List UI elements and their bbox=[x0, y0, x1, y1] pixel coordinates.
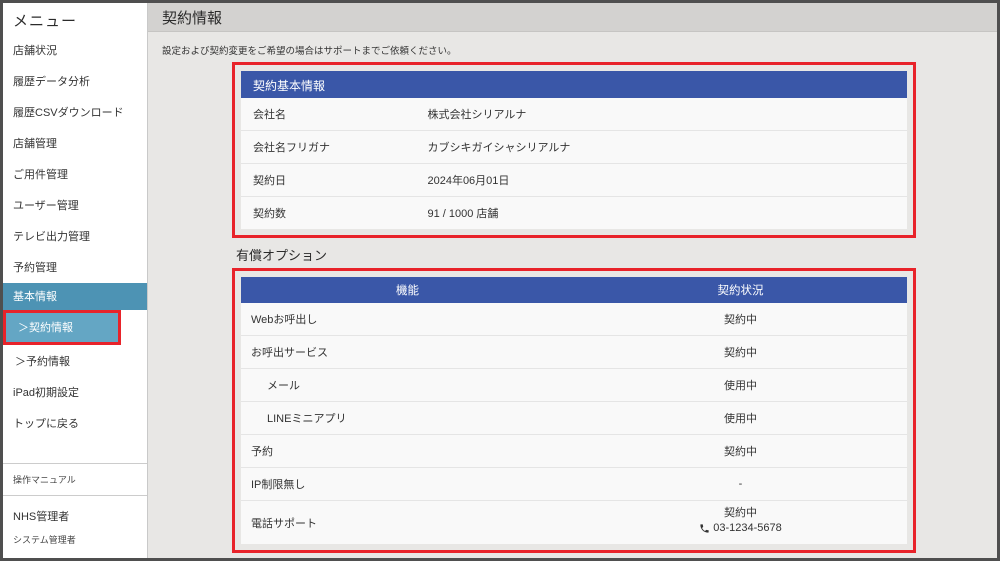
sidebar-item-contract-info[interactable]: ＞契約情報 bbox=[6, 313, 118, 342]
sidebar-menu-item[interactable]: 予約管理 bbox=[3, 252, 147, 283]
paid-option-row: IP制限無し - bbox=[241, 468, 907, 501]
row-value: カブシキガイシャシリアルナ bbox=[427, 142, 571, 154]
manual-link[interactable]: 操作マニュアル bbox=[3, 464, 147, 495]
status-text: 契約中 bbox=[724, 347, 757, 359]
sidebar-menu-item[interactable]: 店舗状況 bbox=[3, 35, 147, 66]
status-cell: 契約中 bbox=[574, 336, 907, 368]
column-header-feature: 機能 bbox=[396, 285, 419, 297]
contract-info-row: 会社名フリガナ カブシキガイシャシリアルナ bbox=[241, 131, 907, 164]
sidebar-item-label: 予約管理 bbox=[13, 262, 57, 274]
row-label: 会社名フリガナ bbox=[253, 142, 330, 154]
paid-options-heading: 有償オプション bbox=[236, 248, 328, 263]
status-text: - bbox=[738, 478, 743, 490]
logout-button[interactable]: ログアウトする bbox=[3, 552, 147, 558]
contract-info-row: 会社名 株式会社シリアルナ bbox=[241, 98, 907, 131]
sidebar-title: メニュー bbox=[13, 13, 78, 30]
paid-options-rows: Webお呼出し 契約中 お呼出サービス 契約中 メール 使用中 LINEミニアプ… bbox=[241, 303, 907, 544]
sidebar-item-ipad-setup[interactable]: iPad初期設定 bbox=[3, 377, 147, 408]
status-text: 契約中 bbox=[724, 446, 757, 458]
sidebar-item-basic-info[interactable]: 基本情報 bbox=[3, 283, 147, 310]
feature-label: Webお呼出し bbox=[251, 314, 318, 326]
contract-table-title: 契約基本情報 bbox=[241, 71, 907, 98]
paid-option-row: お呼出サービス 契約中 bbox=[241, 336, 907, 369]
paid-options-table: 機能 契約状況 Webお呼出し 契約中 お呼出サービス 契約中 メール 使用中 … bbox=[241, 277, 907, 544]
sidebar-item-label: 店舗状況 bbox=[13, 45, 57, 57]
sidebar: メニュー 店舗状況 履歴データ分析 履歴CSVダウンロード 店舗管理 ご用件管理… bbox=[3, 3, 148, 558]
sidebar-item-label: 履歴データ分析 bbox=[13, 76, 90, 88]
status-cell: 契約中 bbox=[574, 303, 907, 335]
sidebar-item-reservation-info[interactable]: ＞予約情報 bbox=[3, 345, 147, 377]
account-role: システム管理者 bbox=[13, 535, 76, 545]
sidebar-menu-item[interactable]: 履歴CSVダウンロード bbox=[3, 97, 147, 128]
row-value: 91 / 1000 店舗 bbox=[427, 208, 499, 220]
app-window: メニュー 店舗状況 履歴データ分析 履歴CSVダウンロード 店舗管理 ご用件管理… bbox=[0, 0, 1000, 561]
contract-info-row: 契約日 2024年06月01日 bbox=[241, 164, 907, 197]
status-cell: 契約中 bbox=[574, 435, 907, 467]
paid-options-table-header: 機能 契約状況 bbox=[241, 277, 907, 303]
feature-label: メール bbox=[267, 380, 300, 392]
feature-label: IP制限無し bbox=[251, 479, 306, 491]
sidebar-item-back-to-top[interactable]: トップに戻る bbox=[3, 408, 147, 439]
contract-table-rows: 会社名 株式会社シリアルナ 会社名フリガナ カブシキガイシャシリアルナ 契約日 … bbox=[241, 98, 907, 229]
feature-label: 予約 bbox=[251, 446, 273, 458]
sidebar-menu-item[interactable]: 履歴データ分析 bbox=[3, 66, 147, 97]
status-text: 使用中 bbox=[724, 380, 757, 392]
paid-options-highlight-box: 機能 契約状況 Webお呼出し 契約中 お呼出サービス 契約中 メール 使用中 … bbox=[232, 268, 916, 553]
page-title: 契約情報 bbox=[162, 9, 223, 27]
feature-label: お呼出サービス bbox=[251, 347, 328, 359]
sidebar-item-label: ユーザー管理 bbox=[13, 200, 79, 212]
status-cell: 契約中 03-1234-5678 bbox=[574, 501, 907, 544]
sidebar-menu-item[interactable]: ユーザー管理 bbox=[3, 190, 147, 221]
contract-table-highlight-box: 契約基本情報 会社名 株式会社シリアルナ 会社名フリガナ カブシキガイシャシリア… bbox=[232, 62, 916, 238]
phone-number: 03-1234-5678 bbox=[713, 522, 782, 534]
paid-option-row: LINEミニアプリ 使用中 bbox=[241, 402, 907, 435]
row-label: 会社名 bbox=[253, 109, 286, 121]
sidebar-item-label: 履歴CSVダウンロード bbox=[13, 107, 124, 119]
row-value: 株式会社シリアルナ bbox=[427, 109, 527, 121]
paid-option-row: 電話サポート 契約中 03-1234-5678 bbox=[241, 501, 907, 544]
status-text: 使用中 bbox=[724, 413, 757, 425]
row-label: 契約数 bbox=[253, 208, 286, 220]
account-name: NHS管理者 bbox=[13, 511, 70, 523]
feature-label: LINEミニアプリ bbox=[267, 413, 347, 425]
notice-text: 設定および契約変更をご希望の場合はサポートまでご依頼ください。 bbox=[162, 46, 457, 57]
sidebar-item-label: テレビ出力管理 bbox=[13, 231, 90, 243]
sidebar-item-label: 店舗管理 bbox=[13, 138, 57, 150]
contract-info-row: 契約数 91 / 1000 店舗 bbox=[241, 197, 907, 229]
row-value: 2024年06月01日 bbox=[427, 175, 510, 187]
phone-icon bbox=[700, 524, 709, 533]
paid-option-row: 予約 契約中 bbox=[241, 435, 907, 468]
column-header-contract-status: 契約状況 bbox=[717, 285, 764, 297]
sidebar-item-label: ご用件管理 bbox=[13, 169, 68, 181]
paid-option-row: メール 使用中 bbox=[241, 369, 907, 402]
status-cell: 使用中 bbox=[574, 402, 907, 434]
sidebar-menu-item[interactable]: 店舗管理 bbox=[3, 128, 147, 159]
row-label: 契約日 bbox=[253, 175, 286, 187]
feature-label: 電話サポート bbox=[251, 517, 317, 530]
sidebar-menu-item[interactable]: テレビ出力管理 bbox=[3, 221, 147, 252]
phone-line: 03-1234-5678 bbox=[699, 521, 782, 536]
status-cell: 使用中 bbox=[574, 369, 907, 401]
contract-basic-info-table: 契約基本情報 会社名 株式会社シリアルナ 会社名フリガナ カブシキガイシャシリア… bbox=[241, 71, 907, 229]
selected-item-highlight-box: ＞契約情報 bbox=[3, 310, 121, 345]
sidebar-menu: 店舗状況 履歴データ分析 履歴CSVダウンロード 店舗管理 ご用件管理 ユーザー… bbox=[3, 35, 147, 283]
page-header: 契約情報 bbox=[148, 3, 997, 32]
sidebar-menu-item[interactable]: ご用件管理 bbox=[3, 159, 147, 190]
paid-option-row: Webお呼出し 契約中 bbox=[241, 303, 907, 336]
main-content: 契約情報 設定および契約変更をご希望の場合はサポートまでご依頼ください。 契約基… bbox=[148, 3, 997, 558]
status-cell: - bbox=[574, 470, 907, 498]
status-text: 契約中 bbox=[724, 507, 757, 519]
page-body: 設定および契約変更をご希望の場合はサポートまでご依頼ください。 契約基本情報 会… bbox=[148, 32, 997, 558]
status-text: 契約中 bbox=[724, 314, 757, 326]
